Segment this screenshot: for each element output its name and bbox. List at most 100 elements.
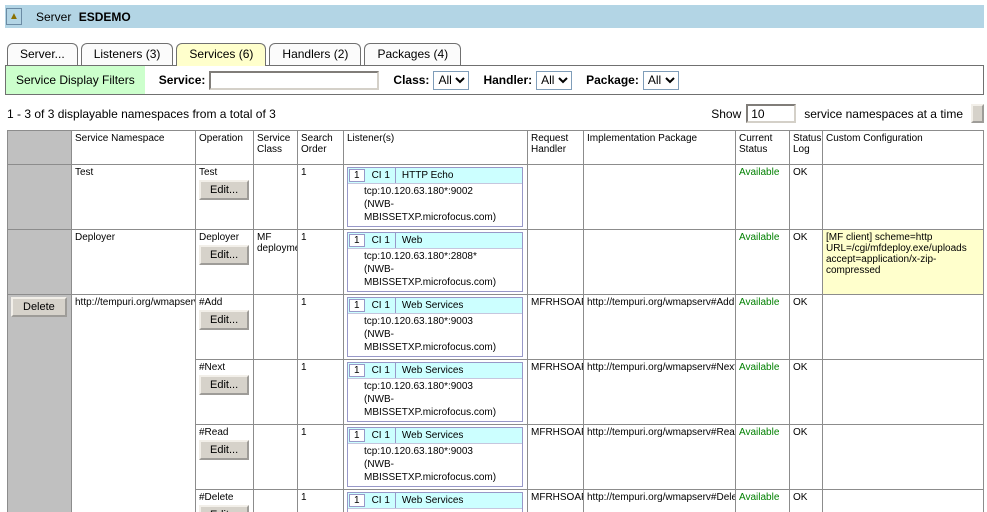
col-header-service-class: Service Class: [254, 131, 298, 165]
operation-label: #Read: [199, 427, 250, 438]
listener-header: 1CI 1Web: [348, 233, 522, 249]
listener-box: 1CI 1Webtcp:10.120.63.180*:2808*(NWB-MBI…: [347, 232, 523, 292]
listener-conversation: CI 1: [367, 493, 396, 508]
operation-cell: TestEdit...: [196, 165, 254, 230]
search-order-cell: 1: [298, 295, 344, 360]
custom-config-cell: [823, 425, 984, 490]
search-order-cell: 1: [298, 230, 344, 295]
pagination-summary: 1 - 3 of 3 displayable namespaces from a…: [7, 107, 276, 121]
request-handler-cell: [528, 230, 584, 295]
tab-handlers-2[interactable]: Handlers (2): [269, 43, 361, 65]
implementation-package-cell: http://tempuri.org/wmapserv#Delete: [584, 490, 736, 512]
edit-button[interactable]: Edit...: [199, 505, 249, 512]
operation-cell: DeployerEdit...: [196, 230, 254, 295]
service-row: DeployerDeployerEdit...MF deployment11CI…: [8, 230, 984, 295]
implementation-package-cell: [584, 230, 736, 295]
custom-config-cell: [823, 295, 984, 360]
col-header-service-namespace: Service Namespace: [72, 131, 196, 165]
listener-name: Web Services: [396, 365, 470, 376]
implementation-package-cell: http://tempuri.org/wmapserv#Add: [584, 295, 736, 360]
tab-server[interactable]: Server...: [7, 43, 78, 65]
service-namespace-cell: http://tempuri.org/wmapserv: [72, 295, 196, 512]
operation-cell: #Read Edit...: [196, 425, 254, 490]
col-header-current-status: Current Status: [736, 131, 790, 165]
services-table: Service NamespaceOperationService ClassS…: [7, 130, 984, 512]
class-filter-select[interactable]: All: [433, 71, 469, 90]
tab-services-6[interactable]: Services (6): [176, 43, 266, 66]
service-namespace-cell: Deployer: [72, 230, 196, 295]
edit-button[interactable]: Edit...: [199, 180, 249, 200]
listener-index: 1: [349, 364, 365, 377]
edit-button[interactable]: Edit...: [199, 375, 249, 395]
listener-index: 1: [349, 234, 365, 247]
handler-filter-select[interactable]: All: [536, 71, 572, 90]
listener-header: 1CI 1Web Services: [348, 428, 522, 444]
status-log-cell: OK: [790, 490, 823, 512]
request-handler-cell: MFRHSOAP: [528, 425, 584, 490]
edit-button[interactable]: Edit...: [199, 440, 249, 460]
operation-label: #Delete: [199, 492, 250, 503]
status-log-cell: OK: [790, 295, 823, 360]
listener-box: 1CI 1HTTP Echotcp:10.120.63.180*:9002(NW…: [347, 167, 523, 227]
implementation-package-cell: [584, 165, 736, 230]
server-header-bar: ▲ Server ESDEMO: [5, 5, 984, 28]
service-class-cell: MF deployment: [254, 230, 298, 295]
listener-box: 1CI 1Web Servicestcp:10.120.63.180*:9003…: [347, 362, 523, 422]
listener-address: tcp:10.120.63.180*:9003(NWB-MBISSETXP.mi…: [348, 444, 522, 486]
listener-name: Web: [396, 235, 428, 246]
service-class-cell: [254, 165, 298, 230]
operation-label: #Next: [199, 362, 250, 373]
service-row: Delete http://tempuri.org/wmapserv#Add Edi…: [8, 295, 984, 360]
search-order-cell: 1: [298, 490, 344, 512]
listener-endpoint: tcp:10.120.63.180*:9003: [364, 315, 520, 328]
listener-endpoint: tcp:10.120.63.180*:2808*: [364, 250, 520, 263]
implementation-package-cell: http://tempuri.org/wmapserv#Next: [584, 360, 736, 425]
tab-packages-4[interactable]: Packages (4): [364, 43, 461, 65]
listener-host: (NWB-MBISSETXP.microfocus.com): [364, 393, 520, 419]
listener-host: (NWB-MBISSETXP.microfocus.com): [364, 458, 520, 484]
pagination-bar: 1 - 3 of 3 displayable namespaces from a…: [7, 104, 984, 123]
class-filter-label: Class:: [393, 73, 429, 87]
listener-endpoint: tcp:10.120.63.180*:9003: [364, 445, 520, 458]
page-size-input[interactable]: [746, 104, 796, 123]
current-status-cell: Available: [736, 360, 790, 425]
collapse-triangle-icon[interactable]: ▲: [6, 8, 22, 25]
current-status-cell: Available: [736, 230, 790, 295]
search-order-cell: 1: [298, 165, 344, 230]
listener-endpoint: tcp:10.120.63.180*:9003: [364, 380, 520, 393]
status-log-cell: OK: [790, 230, 823, 295]
tab-listeners-3[interactable]: Listeners (3): [81, 43, 174, 65]
package-filter-select[interactable]: All: [643, 71, 679, 90]
edit-button[interactable]: Edit...: [199, 310, 249, 330]
col-header-custom-configuration: Custom Configuration: [823, 131, 984, 165]
listener-cell: 1CI 1Webtcp:10.120.63.180*:2808*(NWB-MBI…: [344, 230, 528, 295]
delete-button[interactable]: Delete: [11, 297, 67, 317]
listener-cell: 1CI 1Web Servicestcp:10.120.63.180*:9003…: [344, 490, 528, 512]
listener-cell: 1CI 1HTTP Echotcp:10.120.63.180*:9002(NW…: [344, 165, 528, 230]
service-filter-input[interactable]: [209, 71, 379, 90]
refresh-button[interactable]: [971, 104, 984, 123]
listener-header: 1CI 1Web Services: [348, 363, 522, 379]
custom-config-cell: [823, 360, 984, 425]
listener-address: tcp:10.120.63.180*:9002(NWB-MBISSETXP.mi…: [348, 184, 522, 226]
listener-conversation: CI 1: [367, 233, 396, 248]
listener-name: Web Services: [396, 495, 470, 506]
col-header-status-log: Status Log: [790, 131, 823, 165]
listener-name: HTTP Echo: [396, 170, 460, 181]
package-filter-label: Package:: [586, 73, 639, 87]
request-handler-cell: MFRHSOAP: [528, 490, 584, 512]
listener-address: tcp:10.120.63.180*:2808*(NWB-MBISSETXP.m…: [348, 249, 522, 291]
service-namespace-cell: Test: [72, 165, 196, 230]
col-header-search-order: Search Order: [298, 131, 344, 165]
listener-name: Web Services: [396, 430, 470, 441]
edit-button[interactable]: Edit...: [199, 245, 249, 265]
listener-cell: 1CI 1Web Servicestcp:10.120.63.180*:9003…: [344, 360, 528, 425]
col-header-implementation-package: Implementation Package: [584, 131, 736, 165]
listener-header: 1CI 1Web Services: [348, 493, 522, 509]
current-status-cell: Available: [736, 165, 790, 230]
row-action-cell: [8, 230, 72, 295]
listener-index: 1: [349, 299, 365, 312]
tab-bar: Server...Listeners (3)Services (6)Handle…: [7, 43, 987, 65]
listener-conversation: CI 1: [367, 298, 396, 313]
col-header-request-handler: Request Handler: [528, 131, 584, 165]
